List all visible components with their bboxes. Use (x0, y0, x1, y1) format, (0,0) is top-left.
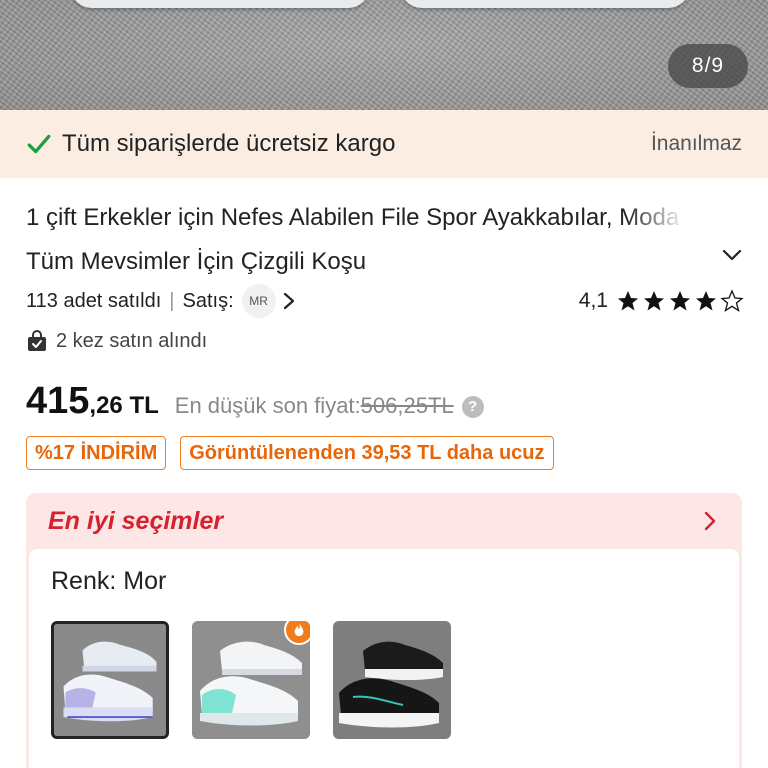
shopping-bag-icon (28, 330, 46, 351)
best-picks-title: En iyi seçimler (48, 506, 224, 535)
shoe-thumbnail (54, 624, 166, 736)
lowest-price-label: En düşük son fiyat: (174, 393, 361, 418)
shoe-image-part (70, 0, 370, 8)
free-shipping-text: Tüm siparişlerde ücretsiz kargo (62, 130, 396, 157)
rating-value: 4,1 (578, 289, 608, 312)
chevron-right-icon[interactable] (282, 292, 296, 310)
seller-badge[interactable]: MR (241, 284, 276, 318)
star-empty-icon (720, 289, 744, 312)
seller-label: Satış: (182, 289, 234, 312)
price-row: 415 ,26 TL En düşük son fiyat: 506,25TL … (26, 380, 484, 430)
check-icon (27, 134, 51, 154)
star-filled-icon (696, 291, 716, 311)
price-main: 415 (26, 380, 90, 422)
price-tags: %17 İNDİRİM Görüntülenenden 39,53 TL dah… (26, 436, 554, 470)
chevron-down-icon[interactable] (720, 243, 744, 267)
chevron-right-icon[interactable] (700, 510, 720, 532)
color-swatch-siyah[interactable] (333, 621, 451, 739)
rating[interactable]: 4,1 (579, 286, 744, 316)
shoe-image-part (400, 0, 690, 8)
star-filled-icon (670, 291, 690, 311)
discount-tag: %17 İNDİRİM (26, 436, 167, 470)
color-label: Renk: Mor (51, 567, 167, 595)
shipping-badge: İnanılmaz (650, 132, 742, 155)
help-icon[interactable]: ? (461, 396, 484, 418)
color-selector: Renk: Mor (29, 549, 739, 768)
best-picks-card: En iyi seçimler Renk: Mor (26, 493, 742, 768)
price-cents: ,26 TL (89, 392, 159, 419)
old-price: 506,25TL (360, 393, 454, 418)
cheaper-tag: Görüntülenenden 39,53 TL daha ucuz (180, 436, 554, 470)
rating-stars (614, 289, 744, 313)
star-filled-icon (618, 291, 638, 311)
color-swatch-mor[interactable] (51, 621, 169, 739)
best-picks-header[interactable]: En iyi seçimler (26, 493, 742, 549)
bought-times-text: 2 kez satın alındı (56, 329, 208, 352)
divider: | (169, 289, 175, 312)
product-image-gallery[interactable]: 8/9 (0, 0, 768, 110)
purchase-count: 2 kez satın alındı (26, 326, 207, 356)
sales-info: 113 adet satıldı | Satış: MR (26, 284, 296, 318)
product-title: 1 çift Erkekler için Nefes Alabilen File… (26, 204, 680, 275)
image-counter: 8/9 (668, 44, 748, 88)
shoe-thumbnail (333, 621, 451, 739)
free-shipping-banner[interactable]: Tüm siparişlerde ücretsiz kargo İnanılma… (0, 110, 768, 178)
star-filled-icon (644, 291, 664, 311)
color-swatch-mint[interactable] (192, 621, 310, 739)
sold-count: 113 adet satıldı (26, 289, 162, 312)
